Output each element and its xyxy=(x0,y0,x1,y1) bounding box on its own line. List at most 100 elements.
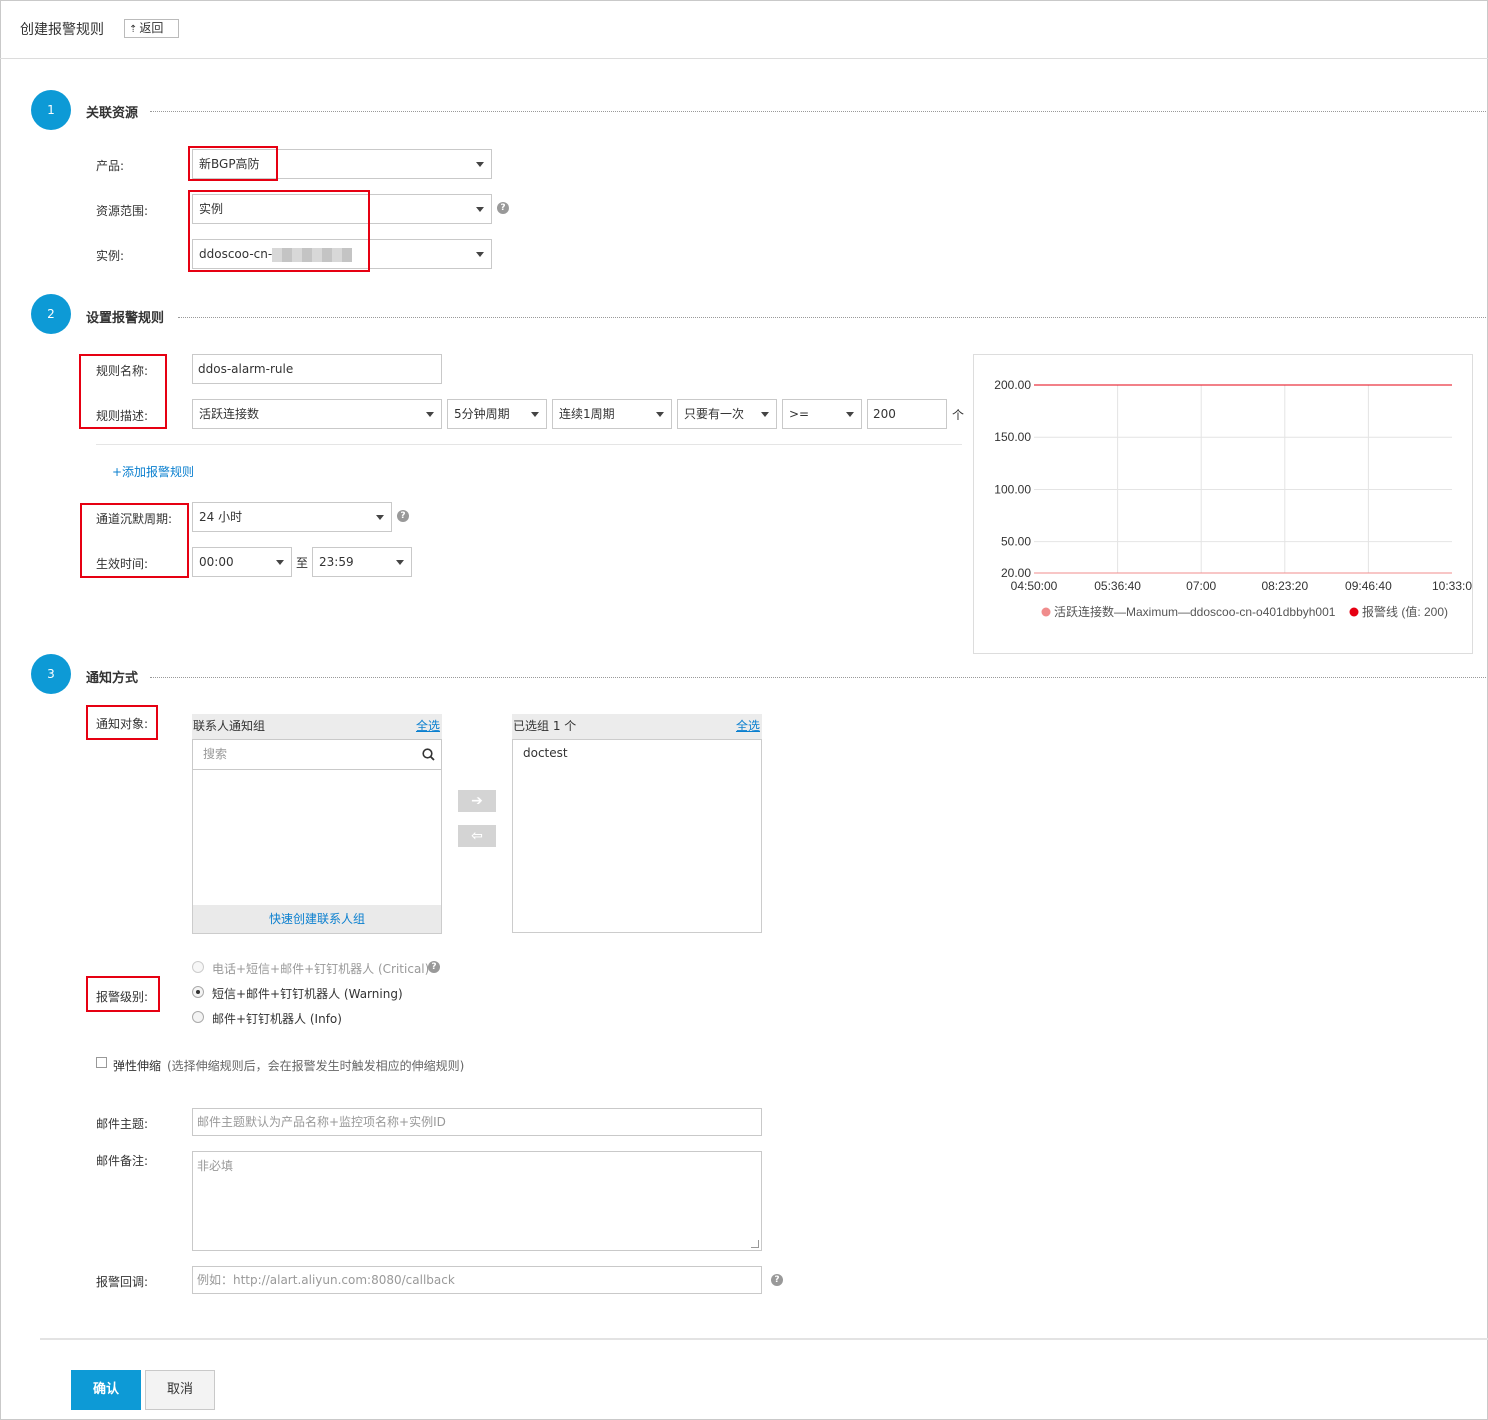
threshold-unit: 个 xyxy=(952,408,965,422)
consecutive-select[interactable]: 连续1周期 xyxy=(552,399,672,429)
back-label: 返回 xyxy=(139,21,164,35)
silence-value: 24 小时 xyxy=(199,510,243,524)
step-2-title: 设置报警规则 xyxy=(86,311,165,326)
end-time-value: 23:59 xyxy=(319,555,354,569)
email-note-placeholder: 非必填 xyxy=(197,1159,234,1173)
level-help-icon[interactable]: ? xyxy=(428,961,440,973)
contact-select-all-link[interactable]: 全选 xyxy=(416,714,440,739)
step-1-title: 关联资源 xyxy=(86,106,139,121)
silence-select[interactable]: 24 小时 xyxy=(192,502,392,532)
scope-label: 资源范围: xyxy=(96,204,149,218)
rule-name-input[interactable]: ddos-alarm-rule xyxy=(192,354,442,384)
y-tick-label: 200.00 xyxy=(994,378,1031,392)
highlight-silence-effective xyxy=(80,503,189,578)
y-tick-label: 100.00 xyxy=(994,482,1031,496)
legend-label: 报警线 (值: 200) xyxy=(1362,604,1448,619)
email-subject-label: 邮件主题: xyxy=(96,1117,149,1131)
step-2-divider xyxy=(178,317,1486,318)
alarm-preview-chart: 200.00 150.00 100.00 50.00 20.00 04:50:00 05:3… xyxy=(973,354,1473,654)
selected-group-list[interactable]: doctest xyxy=(512,739,762,933)
legend-marker xyxy=(1349,607,1359,617)
period-select[interactable]: 5分钟周期 xyxy=(447,399,547,429)
search-icon[interactable] xyxy=(422,748,435,761)
metric-select[interactable]: 活跃连接数 xyxy=(192,399,442,429)
x-tick-label: 09:46:40 xyxy=(1345,579,1392,593)
scope-help-icon[interactable]: ? xyxy=(497,202,509,214)
end-time-select[interactable]: 23:59 xyxy=(312,547,412,577)
highlight-scope-instance xyxy=(188,190,370,272)
list-item[interactable]: doctest xyxy=(523,746,568,760)
level-warning-label: 短信+邮件+钉钉机器人 (Warning) xyxy=(212,987,403,1001)
back-button[interactable]: ⇡ 返回 xyxy=(124,19,179,38)
x-tick-label: 10:33:0 xyxy=(1432,579,1472,593)
metric-value: 活跃连接数 xyxy=(199,407,260,421)
cancel-button[interactable]: 取消 xyxy=(145,1370,215,1410)
email-note-textarea[interactable]: 非必填 xyxy=(192,1151,762,1251)
x-tick-label: 08:23:20 xyxy=(1261,579,1308,593)
level-warning-radio[interactable] xyxy=(192,986,204,998)
rule-name-value: ddos-alarm-rule xyxy=(198,362,294,376)
search-placeholder: 搜索 xyxy=(203,747,228,761)
step-3-badge: 3 xyxy=(31,654,71,694)
contact-group-panel-header: 联系人通知组 全选 xyxy=(192,714,442,739)
silence-help-icon[interactable]: ? xyxy=(397,510,409,522)
x-tick-label: 07:00 xyxy=(1186,579,1216,593)
confirm-button[interactable]: 确认 xyxy=(71,1370,141,1410)
operator-select[interactable]: >= xyxy=(782,399,862,429)
email-subject-placeholder: 邮件主题默认为产品名称+监控项名称+实例ID xyxy=(197,1115,446,1129)
to-label: 至 xyxy=(296,556,309,570)
y-tick-label: 150.00 xyxy=(994,430,1031,444)
step-1-badge: 1 xyxy=(31,90,71,130)
quick-create-group-link[interactable]: 快速创建联系人组 xyxy=(193,905,441,933)
level-critical-radio[interactable] xyxy=(192,961,204,973)
resize-handle-icon[interactable] xyxy=(751,1240,759,1248)
page-header: 创建报警规则 ⇡ 返回 xyxy=(0,0,1488,59)
step-3-divider xyxy=(150,677,1486,678)
threshold-value: 200 xyxy=(873,407,896,421)
product-label: 产品: xyxy=(96,159,125,173)
add-rule-link[interactable]: +添加报警规则 xyxy=(112,463,194,480)
contact-search-input[interactable]: 搜索 xyxy=(192,739,442,770)
step-3-title: 通知方式 xyxy=(86,671,139,686)
autoscale-label: 弹性伸缩 xyxy=(113,1059,162,1073)
callback-label: 报警回调: xyxy=(96,1275,149,1289)
consecutive-value: 连续1周期 xyxy=(559,407,615,421)
level-info-radio[interactable] xyxy=(192,1011,204,1023)
y-tick-label: 50.00 xyxy=(1001,535,1031,549)
highlight-alarm-level xyxy=(86,976,160,1012)
x-tick-label: 04:50:00 xyxy=(1011,579,1058,593)
frequency-select[interactable]: 只要有一次 xyxy=(677,399,777,429)
footer-divider xyxy=(40,1338,1488,1340)
step-2-badge: 2 xyxy=(31,294,71,334)
arrow-left-icon[interactable]: ⇦ xyxy=(458,825,496,847)
email-subject-input[interactable]: 邮件主题默认为产品名称+监控项名称+实例ID xyxy=(192,1108,762,1136)
operator-value: >= xyxy=(789,407,810,421)
selected-group-title: 已选组 1 个 xyxy=(513,719,577,733)
selected-group-panel-header: 已选组 1 个 全选 xyxy=(512,714,762,739)
threshold-input[interactable]: 200 xyxy=(867,399,947,429)
chart-svg: 200.00 150.00 100.00 50.00 20.0004:50:00 05:3… xyxy=(994,378,1472,619)
y-tick-label: 20.00 xyxy=(1001,566,1031,580)
period-value: 5分钟周期 xyxy=(454,407,510,421)
start-time-value: 00:00 xyxy=(199,555,234,569)
contact-group-title: 联系人通知组 xyxy=(193,719,266,733)
x-tick-label: 05:36:40 xyxy=(1094,579,1141,593)
start-time-select[interactable]: 00:00 xyxy=(192,547,292,577)
level-critical-label: 电话+短信+邮件+钉钉机器人 (Critical) xyxy=(212,962,430,976)
callback-help-icon[interactable]: ? xyxy=(771,1274,783,1286)
highlight-product xyxy=(188,146,278,181)
callback-input[interactable]: 例如：http://alart.aliyun.com:8080/callback xyxy=(192,1266,762,1294)
arrow-up-icon: ⇡ xyxy=(129,24,138,35)
step-1-divider xyxy=(150,111,1486,112)
selected-select-all-link[interactable]: 全选 xyxy=(736,714,760,739)
autoscale-checkbox[interactable] xyxy=(96,1057,107,1068)
autoscale-hint: (选择伸缩规则后，会在报警发生时触发相应的伸缩规则) xyxy=(167,1059,465,1073)
rule-divider xyxy=(96,444,962,445)
legend-label: 活跃连接数—Maximum—ddoscoo-cn-o401dbbyh001 xyxy=(1054,604,1336,619)
legend-marker xyxy=(1041,607,1051,617)
highlight-notify-target xyxy=(86,705,158,740)
callback-placeholder: 例如：http://alart.aliyun.com:8080/callback xyxy=(197,1273,455,1287)
email-note-label: 邮件备注: xyxy=(96,1154,149,1168)
level-info-label: 邮件+钉钉机器人 (Info) xyxy=(212,1012,342,1026)
arrow-right-icon[interactable]: ➔ xyxy=(458,790,496,812)
